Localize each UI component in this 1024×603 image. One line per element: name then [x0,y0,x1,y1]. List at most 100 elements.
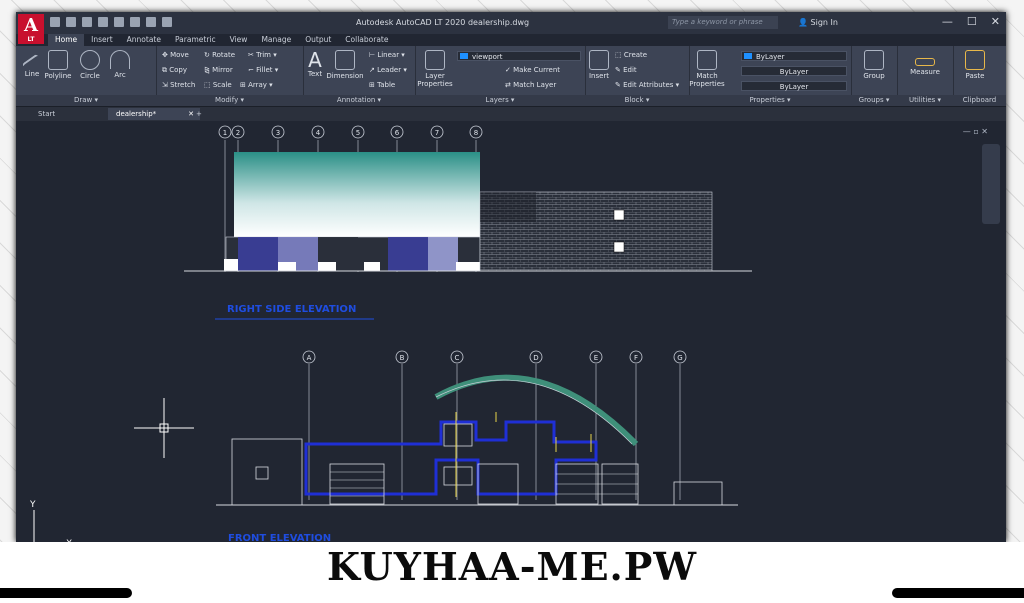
leader-icon: ↗ [369,66,378,74]
utilities-panel-title[interactable]: Utilities ▾ [897,95,953,106]
measure-tool[interactable]: Measure [905,50,945,76]
roof-fascia [234,152,480,237]
tab-output[interactable]: Output [298,34,338,46]
match-layer-icon: ⇄ [505,81,514,89]
right-side-elevation: 1 2 3 4 5 6 7 8 RIGHT SIDE ELEVATION [184,125,752,320]
layers-panel-title[interactable]: Layers ▾ [415,95,585,106]
color-value: ByLayer [756,53,785,61]
user-icon: 👤 [798,18,811,27]
properties-panel: Match Properties ByLayer ByLayer ByLayer… [689,46,852,106]
create-block-tool[interactable]: ⬚ Create [615,51,647,59]
layer-dropdown[interactable]: viewport [457,51,581,61]
table-label: Table [377,81,396,89]
clipboard-panel-title[interactable]: Clipboard [953,95,1006,106]
group-tool[interactable]: Group [854,50,894,80]
make-current-tool[interactable]: ✓ Make Current [505,66,560,74]
ribbon: Line Polyline Circle Arc Draw ▾ ✥ Move ↻… [16,46,1006,107]
grid-label-D: D [533,354,538,362]
tab-home[interactable]: Home [48,34,85,46]
lineweight-value: ByLayer [779,83,809,91]
elevation-drawing: 1 2 3 4 5 6 7 8 RIGHT SIDE ELEVATION A B… [29,125,752,542]
edit-attributes-tool[interactable]: ✎ Edit Attributes ▾ [615,81,679,89]
tab-view[interactable]: View [223,34,255,46]
sign-in-button[interactable]: 👤 Sign In [798,18,838,27]
linetype-value: ByLayer [779,68,809,76]
tab-start[interactable]: Start [30,108,116,120]
save-icon[interactable] [82,17,92,27]
linear-tool[interactable]: ⊢ Linear ▾ [369,51,405,59]
stretch-tool[interactable]: ⇲ Stretch [162,81,195,89]
scale-label: Scale [212,81,232,89]
insert-icon [589,50,609,70]
close-button[interactable]: ✕ [991,15,1000,28]
print-icon[interactable] [130,17,140,27]
paste-tool[interactable]: Paste [955,50,995,80]
mirror-tool[interactable]: ⧎ Mirror [204,66,233,74]
drawing-canvas[interactable]: — ▫ ✕ 1 2 3 4 5 6 7 8 RIGHT SIDE ELEVATI… [16,122,1006,542]
undo-icon[interactable] [146,17,156,27]
maximize-button[interactable]: ☐ [967,15,977,28]
scale-tool[interactable]: ⬚ Scale [204,81,232,89]
modify-panel-title[interactable]: Modify ▾ [156,95,303,106]
save-as-icon[interactable] [98,17,108,27]
tab-dealership[interactable]: dealership* ✕ [108,108,200,120]
search-input[interactable]: Type a keyword or phrase [668,16,778,29]
document-tabs: Start dealership* ✕ + [16,107,1006,121]
properties-panel-title[interactable]: Properties ▾ [689,95,851,106]
new-tab-button[interactable]: + [188,108,210,120]
arc-tool[interactable]: Arc [100,50,140,79]
minimize-button[interactable]: — [942,15,953,28]
application-menu-button[interactable]: A LT [18,14,44,44]
tab-collaborate[interactable]: Collaborate [338,34,395,46]
array-tool[interactable]: ⊞ Array ▾ [240,81,273,89]
trim-tool[interactable]: ✂ Trim ▾ [248,51,277,59]
groups-panel-title[interactable]: Groups ▾ [851,95,897,106]
leader-tool[interactable]: ↗ Leader ▾ [369,66,407,74]
annotation-panel-title[interactable]: Annotation ▾ [303,95,415,106]
grid-label-F: F [634,354,638,362]
arc-icon [110,50,130,69]
fillet-tool[interactable]: ⌐ Fillet ▾ [248,66,278,74]
redo-icon[interactable] [162,17,172,27]
match-layer-tool[interactable]: ⇄ Match Layer [505,81,556,89]
tab-manage[interactable]: Manage [254,34,298,46]
match-properties-tool[interactable]: Match Properties [687,50,727,88]
dimension-tool[interactable]: Dimension [325,50,365,80]
new-icon[interactable] [50,17,60,27]
window-title: Autodesk AutoCAD LT 2020 dealership.dwg [356,18,530,27]
create-icon: ⬚ [615,51,624,59]
insert-tool[interactable]: Insert [579,50,619,80]
move-label: Move [170,51,189,59]
block-panel-title[interactable]: Block ▾ [585,95,689,106]
draw-panel-title[interactable]: Draw ▾ [16,95,156,106]
circle-icon [80,50,100,70]
autocad-window: A LT Autodesk AutoCAD LT 2020 dealership… [16,12,1006,542]
fillet-icon: ⌐ [248,66,257,74]
table-tool[interactable]: ⊞ Table [369,81,395,89]
edit-block-tool[interactable]: ✎ Edit [615,66,637,74]
text-label: Text [307,70,323,78]
match-layer-label: Match Layer [513,81,557,89]
side-elevation-title: RIGHT SIDE ELEVATION [227,304,356,315]
lineweight-dropdown[interactable]: ByLayer [741,81,847,91]
rotate-tool[interactable]: ↻ Rotate [204,51,235,59]
edit-attributes-label: Edit Attributes ▾ [623,81,680,89]
scale-icon: ⬚ [204,81,213,89]
linetype-dropdown[interactable]: ByLayer [741,66,847,76]
draw-panel: Line Polyline Circle Arc Draw ▾ [16,46,157,106]
grid-label-2: 2 [236,129,240,137]
layer-properties-tool[interactable]: Layer Properties [415,50,455,88]
upload-icon[interactable] [114,17,124,27]
copy-tool[interactable]: ⧉ Copy [162,66,187,75]
layers-icon [425,50,445,70]
open-icon[interactable] [66,17,76,27]
measure-icon [915,58,935,66]
linear-label: Linear ▾ [377,51,405,59]
color-dropdown[interactable]: ByLayer [741,51,847,61]
grid-label-8: 8 [474,129,478,137]
move-tool[interactable]: ✥ Move [162,51,189,59]
ucs-icon [33,510,35,542]
tab-parametric[interactable]: Parametric [168,34,223,46]
tab-insert[interactable]: Insert [84,34,120,46]
tab-annotate[interactable]: Annotate [120,34,168,46]
